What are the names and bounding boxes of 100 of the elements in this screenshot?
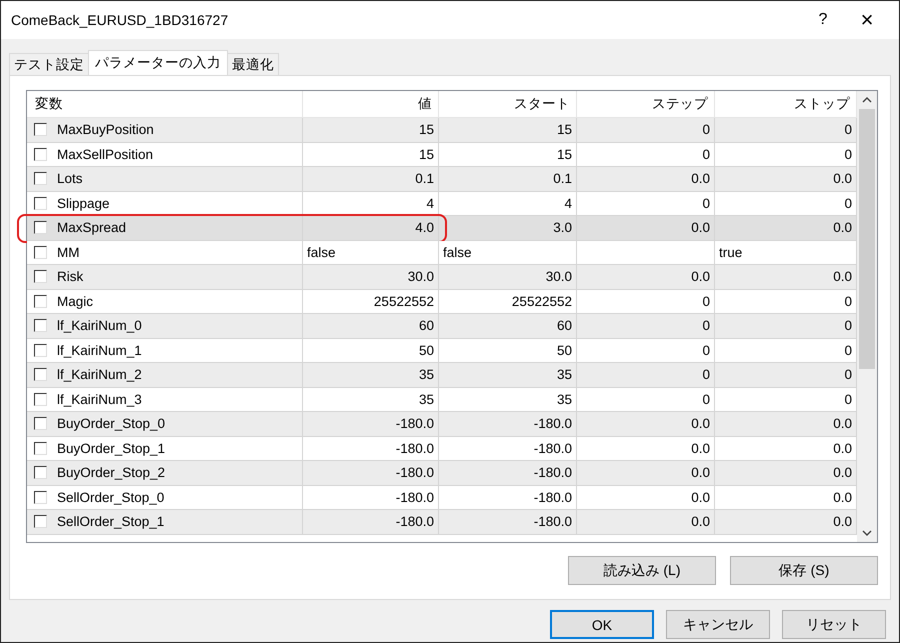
table-row[interactable]: MaxBuyPosition 15 15 0 0 [27,118,857,142]
table-row[interactable]: Magic 25522552 25522552 0 0 [27,290,857,314]
table-cell: lf_KairiNum_1 [57,342,142,358]
table-cell: 35 [418,392,434,407]
table-cell: true [719,244,742,260]
table-cell: lf_KairiNum_2 [57,367,142,382]
table-cell: 0.0 [691,416,710,432]
table-cell: MaxSellPosition [57,146,154,162]
table-cell: 4.0 [415,220,434,236]
table-cell: Lots [57,171,83,186]
table-cell: 0.0 [833,220,852,236]
table-cell: 60 [556,318,572,334]
checkbox[interactable] [34,172,47,186]
table-cell: 4 [564,196,572,211]
help-button[interactable]: ? [801,5,845,35]
file-button[interactable]: 保存 (S) [730,556,878,585]
table-cell: 0.0 [833,490,852,505]
table-cell: 0 [844,392,852,407]
table-cell: 15 [418,122,434,138]
checkbox[interactable] [34,466,47,480]
checkbox[interactable] [34,392,47,406]
table-cell: 0 [844,367,852,382]
table-cell: 0.0 [833,171,852,186]
table-cell: 3.0 [553,220,572,236]
table-cell: MaxSpread [57,220,126,236]
table-row[interactable]: lf_KairiNum_2 35 35 0 0 [27,363,857,388]
table-row[interactable]: BuyOrder_Stop_1 -180.0 -180.0 0.0 0.0 [27,436,857,461]
table-cell: Risk [57,269,84,284]
table-row[interactable]: SellOrder_Stop_0 -180.0 -180.0 0.0 0.0 [27,486,857,510]
checkbox[interactable] [34,368,47,382]
table-cell: BuyOrder_Stop_1 [57,440,166,456]
checkbox[interactable] [34,221,47,234]
file-button[interactable]: 読み込み (L) [568,556,716,585]
table-cell: 35 [556,392,572,407]
table-cell: 25522552 [512,294,572,309]
checkbox[interactable] [34,246,47,259]
table-cell: -180.0 [396,416,434,432]
table-cell: 0 [702,392,710,407]
checkbox[interactable] [34,442,47,455]
table-cell: -180.0 [396,440,434,456]
table-cell: -180.0 [534,416,572,432]
table-cell: -180.0 [534,490,572,505]
table-cell: 0.0 [833,440,852,456]
table-cell: MM [57,244,80,260]
table-cell: 0.0 [833,465,852,480]
table-cell: 0.0 [691,490,710,505]
checkbox[interactable] [34,417,47,430]
table-row[interactable]: SellOrder_Stop_1 -180.0 -180.0 0.0 0.0 [27,510,857,534]
table-row[interactable]: BuyOrder_Stop_2 -180.0 -180.0 0.0 0.0 [27,461,857,486]
scrollbar[interactable] [857,91,877,542]
table-cell: 0 [844,196,852,211]
table-cell: Magic [57,294,94,309]
table-cell: 4 [426,196,434,211]
table-cell: 35 [556,367,572,382]
table-cell: Slippage [57,196,110,211]
checkbox[interactable] [34,123,47,136]
table-row[interactable]: Lots 0.1 0.1 0.0 0.0 [27,167,857,192]
checkbox[interactable] [34,270,47,284]
tab[interactable]: 最適化 [227,53,279,75]
dialog-button[interactable]: キャンセル [666,610,770,639]
table-cell: -180.0 [534,440,572,456]
checkbox[interactable] [34,294,47,308]
window-title: ComeBack_EURUSD_1BD316727 [11,12,230,28]
table-cell: 0.0 [691,440,710,456]
table-cell: 0 [702,367,710,382]
checkbox[interactable] [34,319,47,332]
checkbox[interactable] [34,490,47,504]
close-button[interactable]: × [845,5,889,35]
checkbox[interactable] [34,515,47,528]
checkbox[interactable] [34,344,47,357]
table-row[interactable]: MaxSellPosition 15 15 0 0 [27,142,857,167]
table-cell: 0 [702,318,710,334]
table-cell: -180.0 [396,514,434,530]
table-cell: 50 [418,342,434,358]
table-cell: 0 [844,294,852,309]
dialog-button[interactable]: リセット [782,610,886,639]
tab[interactable]: パラメーターの入力 [88,50,228,75]
table-row[interactable]: lf_KairiNum_0 60 60 0 0 [27,314,857,338]
chevron-down-icon[interactable] [862,530,872,536]
table-cell: 0.0 [691,171,710,186]
table-cell: 0.1 [415,171,434,186]
checkbox[interactable] [34,148,47,161]
table-row[interactable]: Risk 30.0 30.0 0.0 0.0 [27,265,857,290]
table-cell: 50 [556,342,572,358]
tab[interactable]: テスト設定 [9,53,89,75]
checkbox[interactable] [34,196,47,210]
table-row[interactable]: BuyOrder_Stop_0 -180.0 -180.0 0.0 0.0 [27,412,857,436]
dialog-button[interactable]: OK [550,610,654,639]
table-cell: false [307,244,336,260]
table-row[interactable]: Slippage 4 4 0 0 [27,192,857,216]
table-cell: 0 [844,318,852,334]
table-row[interactable]: MM false false true [27,240,857,265]
table-cell: 30.0 [546,269,572,284]
table-cell: BuyOrder_Stop_2 [57,465,166,480]
table-row[interactable]: lf_KairiNum_3 35 35 0 0 [27,388,857,412]
table-row[interactable]: lf_KairiNum_1 50 50 0 0 [27,338,857,363]
table-cell: MaxBuyPosition [57,122,154,138]
table-cell: -180.0 [534,465,572,480]
chevron-up-icon[interactable] [862,97,872,103]
table-cell: 25522552 [374,294,434,309]
